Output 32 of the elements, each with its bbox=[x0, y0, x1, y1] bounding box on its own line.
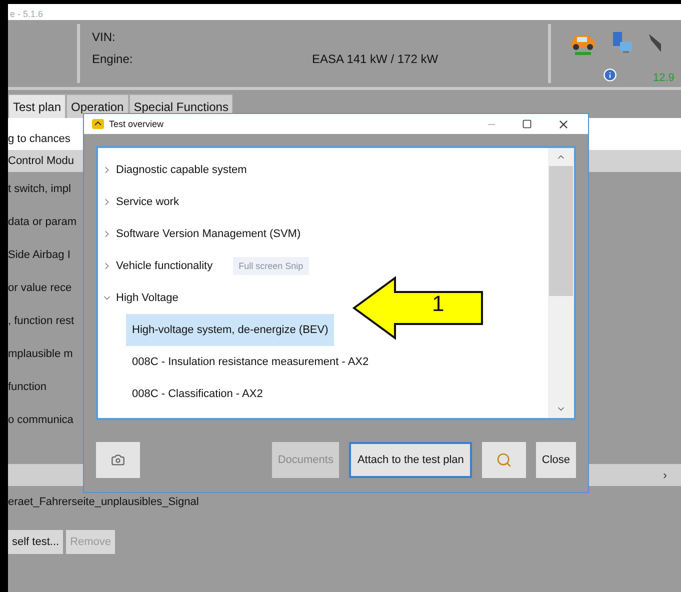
action-button[interactable]: self test... bbox=[8, 530, 64, 554]
network-icon[interactable] bbox=[611, 30, 633, 56]
close-icon[interactable] bbox=[557, 118, 570, 130]
dialog-title: Test overview bbox=[109, 119, 165, 129]
search-icon bbox=[496, 452, 512, 468]
scroll-right-arrow[interactable]: › bbox=[663, 468, 667, 482]
engine-label: Engine: bbox=[92, 52, 134, 66]
tab[interactable]: Test plan bbox=[8, 94, 66, 118]
engine-value: EASA 141 kW / 172 kW bbox=[312, 52, 440, 66]
fault-text: eraet_Fahrerseite_unplausibles_Signal bbox=[8, 496, 200, 508]
tree-node[interactable]: Service work bbox=[116, 196, 179, 208]
tree-node[interactable]: Software Version Management (SVM) bbox=[116, 228, 301, 240]
tree-item[interactable]: 008C - Classification - AX2 bbox=[126, 378, 269, 410]
tree-node[interactable]: Diagnostic capable system bbox=[116, 164, 247, 176]
camera-icon bbox=[111, 453, 125, 467]
dialog-button[interactable]: Attach to the test plan bbox=[349, 442, 472, 478]
tree-item[interactable]: 008C - Insulation resistance measurement - AX2 bbox=[126, 346, 375, 378]
camera-button[interactable] bbox=[96, 442, 140, 478]
maximize-icon[interactable] bbox=[522, 119, 532, 129]
search-button[interactable] bbox=[482, 442, 526, 478]
close-dialog-button[interactable]: Close bbox=[536, 442, 576, 478]
tooltip: Full screen Snip bbox=[232, 257, 310, 275]
tree-node[interactable]: High Voltage bbox=[116, 292, 178, 304]
vertical-scrollbar[interactable] bbox=[548, 148, 574, 418]
vin-label: VIN: bbox=[92, 30, 116, 44]
window-title: e - 5.1.6 bbox=[10, 9, 44, 19]
tree-item[interactable]: High-voltage system, de-energize (BEV) bbox=[126, 314, 334, 346]
app-icon bbox=[92, 119, 104, 129]
battery-voltage: 12.9 bbox=[653, 72, 674, 84]
tree-node[interactable]: Vehicle functionality bbox=[116, 260, 213, 272]
callout-number: 1 bbox=[432, 291, 444, 317]
info-icon[interactable] bbox=[603, 68, 617, 82]
